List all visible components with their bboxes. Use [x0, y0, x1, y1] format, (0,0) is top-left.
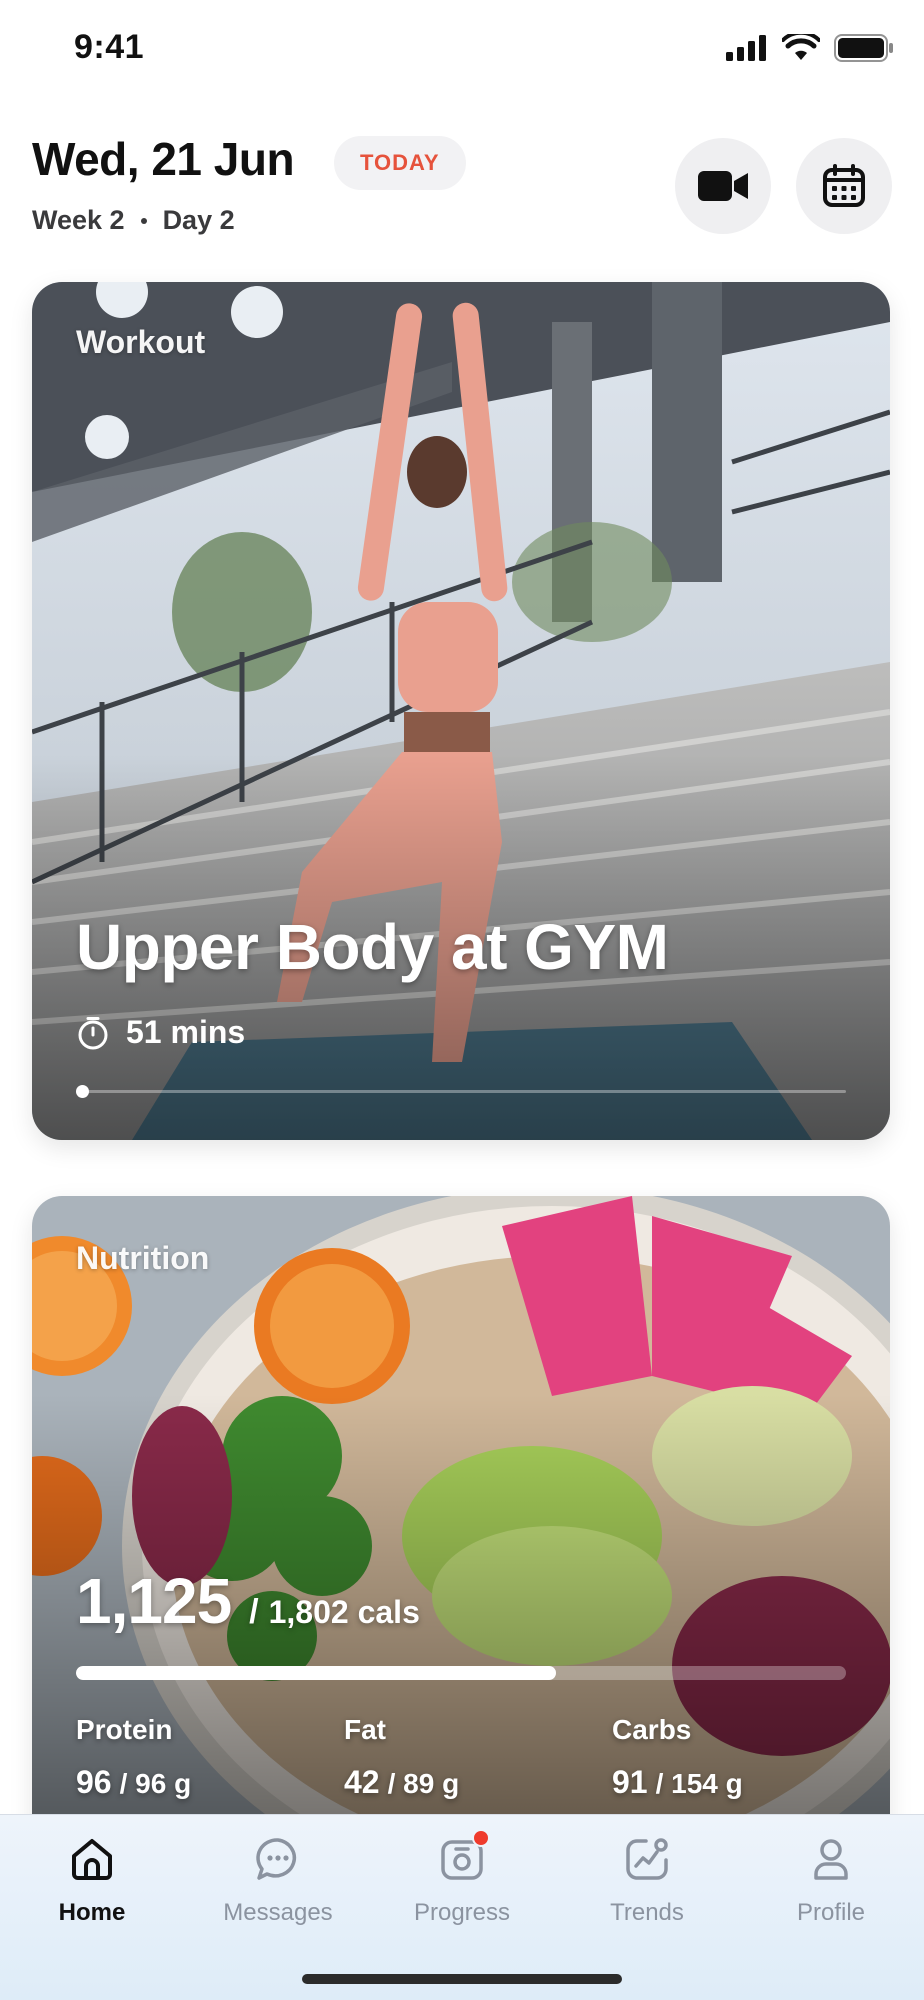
workout-duration: 51 mins: [76, 1014, 245, 1051]
tab-label: Progress: [413, 1899, 511, 1926]
cellular-signal-icon: [726, 35, 766, 61]
tab-label: Messages: [223, 1899, 333, 1926]
workout-card[interactable]: Workout Upper Body at GYM 51 mins: [32, 282, 890, 1140]
home-indicator: [302, 1974, 622, 1984]
chat-icon: [252, 1833, 304, 1885]
calorie-progress-bar: [76, 1666, 846, 1680]
progress-camera-icon: [436, 1829, 490, 1885]
program-week-day: Week 2 Day 2: [32, 205, 235, 236]
nutrition-card[interactable]: Nutrition 1,125 / 1,802 cals Protein 96 …: [32, 1196, 890, 1856]
calendar-icon: [823, 164, 865, 207]
nutrition-section-label: Nutrition: [76, 1240, 210, 1276]
macro-fat: Fat 42 / 89 g: [344, 1714, 459, 1801]
workout-progress-knob: [76, 1085, 89, 1098]
home-icon: [66, 1833, 118, 1885]
video-call-button[interactable]: [675, 138, 771, 234]
macro-value: 42: [344, 1764, 380, 1800]
status-icons: [726, 34, 894, 62]
macro-target-value: 89 g: [403, 1768, 460, 1799]
macro-carbs: Carbs 91 / 154 g: [612, 1714, 743, 1801]
tab-home[interactable]: Home: [17, 1833, 167, 1927]
battery-icon: [834, 34, 893, 62]
calories-eaten: 1,125: [76, 1565, 232, 1637]
today-button[interactable]: TODAY: [334, 136, 466, 190]
workout-progress-track: [76, 1085, 846, 1098]
macro-target: / 89 g: [387, 1768, 460, 1799]
bottom-tab-bar: Home Messages Progress Trends Profile: [0, 1814, 924, 2000]
status-bar: 9:41: [0, 0, 924, 100]
macro-value: 96: [76, 1764, 112, 1800]
calorie-summary: 1,125 / 1,802 cals: [76, 1564, 420, 1638]
tab-progress[interactable]: Progress: [387, 1829, 537, 1927]
calories-target: 1,802 cals: [268, 1594, 420, 1630]
tab-label: Profile: [796, 1899, 866, 1926]
calendar-button[interactable]: [796, 138, 892, 234]
status-time: 9:41: [74, 28, 145, 66]
macro-target: / 154 g: [655, 1768, 743, 1799]
calories-separator: /: [249, 1593, 259, 1631]
macro-name: Protein: [76, 1714, 173, 1745]
macro-values: 91 / 154 g: [612, 1764, 743, 1801]
tab-profile[interactable]: Profile: [756, 1833, 906, 1927]
macro-target-value: 96 g: [135, 1768, 192, 1799]
stopwatch-icon: [78, 1016, 108, 1049]
macro-target-value: 154 g: [671, 1768, 743, 1799]
tab-trends[interactable]: Trends: [572, 1833, 722, 1927]
video-camera-icon: [698, 171, 748, 201]
macro-name: Fat: [344, 1714, 386, 1745]
macro-value: 91: [612, 1764, 648, 1800]
week-label: Week 2: [32, 205, 125, 235]
macro-values: 42 / 89 g: [344, 1764, 459, 1801]
profile-icon: [805, 1833, 857, 1885]
tab-label: Trends: [610, 1899, 684, 1926]
workout-duration-text: 51 mins: [126, 1014, 246, 1050]
macro-target: / 96 g: [119, 1768, 192, 1799]
wifi-icon: [782, 34, 820, 60]
notification-badge: [472, 1829, 490, 1847]
macro-values: 96 / 96 g: [76, 1764, 191, 1801]
tab-label: Home: [58, 1899, 126, 1926]
workout-title: Upper Body at GYM: [76, 911, 669, 983]
day-label: Day 2: [162, 205, 235, 235]
separator-dot: [140, 217, 147, 224]
page-title-date: Wed, 21 Jun: [32, 133, 295, 185]
trends-icon: [621, 1833, 673, 1885]
macro-name: Carbs: [612, 1714, 692, 1745]
calorie-progress-fill: [76, 1666, 557, 1680]
tab-messages[interactable]: Messages: [203, 1833, 353, 1927]
workout-photo: [32, 282, 890, 1140]
macro-protein: Protein 96 / 96 g: [76, 1714, 191, 1801]
workout-section-label: Workout: [76, 324, 206, 360]
